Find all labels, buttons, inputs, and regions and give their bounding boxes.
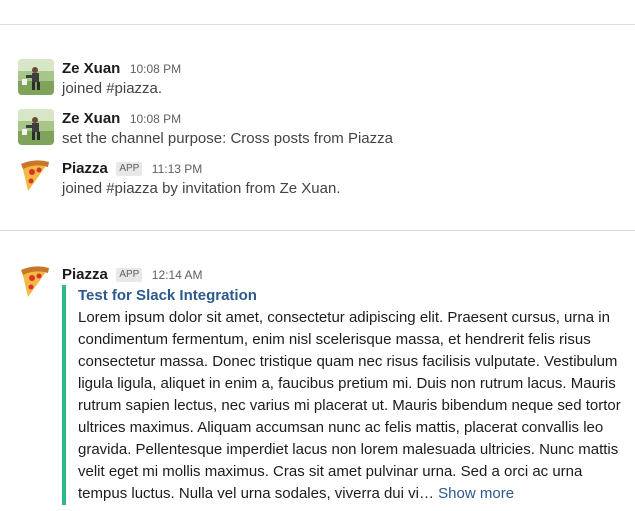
- timestamp[interactable]: 10:08 PM: [130, 62, 181, 76]
- author-name[interactable]: Ze Xuan: [62, 60, 120, 77]
- app-badge: APP: [116, 162, 143, 176]
- author-name[interactable]: Piazza: [62, 266, 108, 283]
- timestamp[interactable]: 11:13 PM: [152, 162, 202, 176]
- author-name[interactable]: Ze Xuan: [62, 110, 120, 127]
- timestamp[interactable]: 12:14 AM: [152, 268, 203, 282]
- attachment-title-link[interactable]: Test for Slack Integration: [78, 285, 625, 307]
- message-text: joined #piazza by invitation from Ze Xua…: [62, 180, 341, 197]
- pizza-icon[interactable]: [18, 159, 54, 195]
- attachment-text: Lorem ipsum dolor sit amet, consectetur …: [78, 309, 621, 502]
- avatar[interactable]: [18, 109, 54, 145]
- day-divider: [0, 230, 635, 231]
- author-name[interactable]: Piazza: [62, 160, 108, 177]
- attachment-body: Lorem ipsum dolor sit amet, consectetur …: [78, 307, 625, 505]
- avatar[interactable]: [18, 59, 54, 95]
- app-badge: APP: [116, 268, 143, 282]
- pizza-icon[interactable]: [18, 265, 54, 301]
- message-text: joined #piazza.: [62, 80, 163, 97]
- timestamp[interactable]: 10:08 PM: [130, 112, 181, 126]
- show-more-link[interactable]: Show more: [438, 485, 514, 502]
- message-attachment: Test for Slack Integration Lorem ipsum d…: [62, 285, 625, 505]
- top-divider: [0, 24, 635, 25]
- message-text: set the channel purpose: Cross posts fro…: [62, 130, 393, 147]
